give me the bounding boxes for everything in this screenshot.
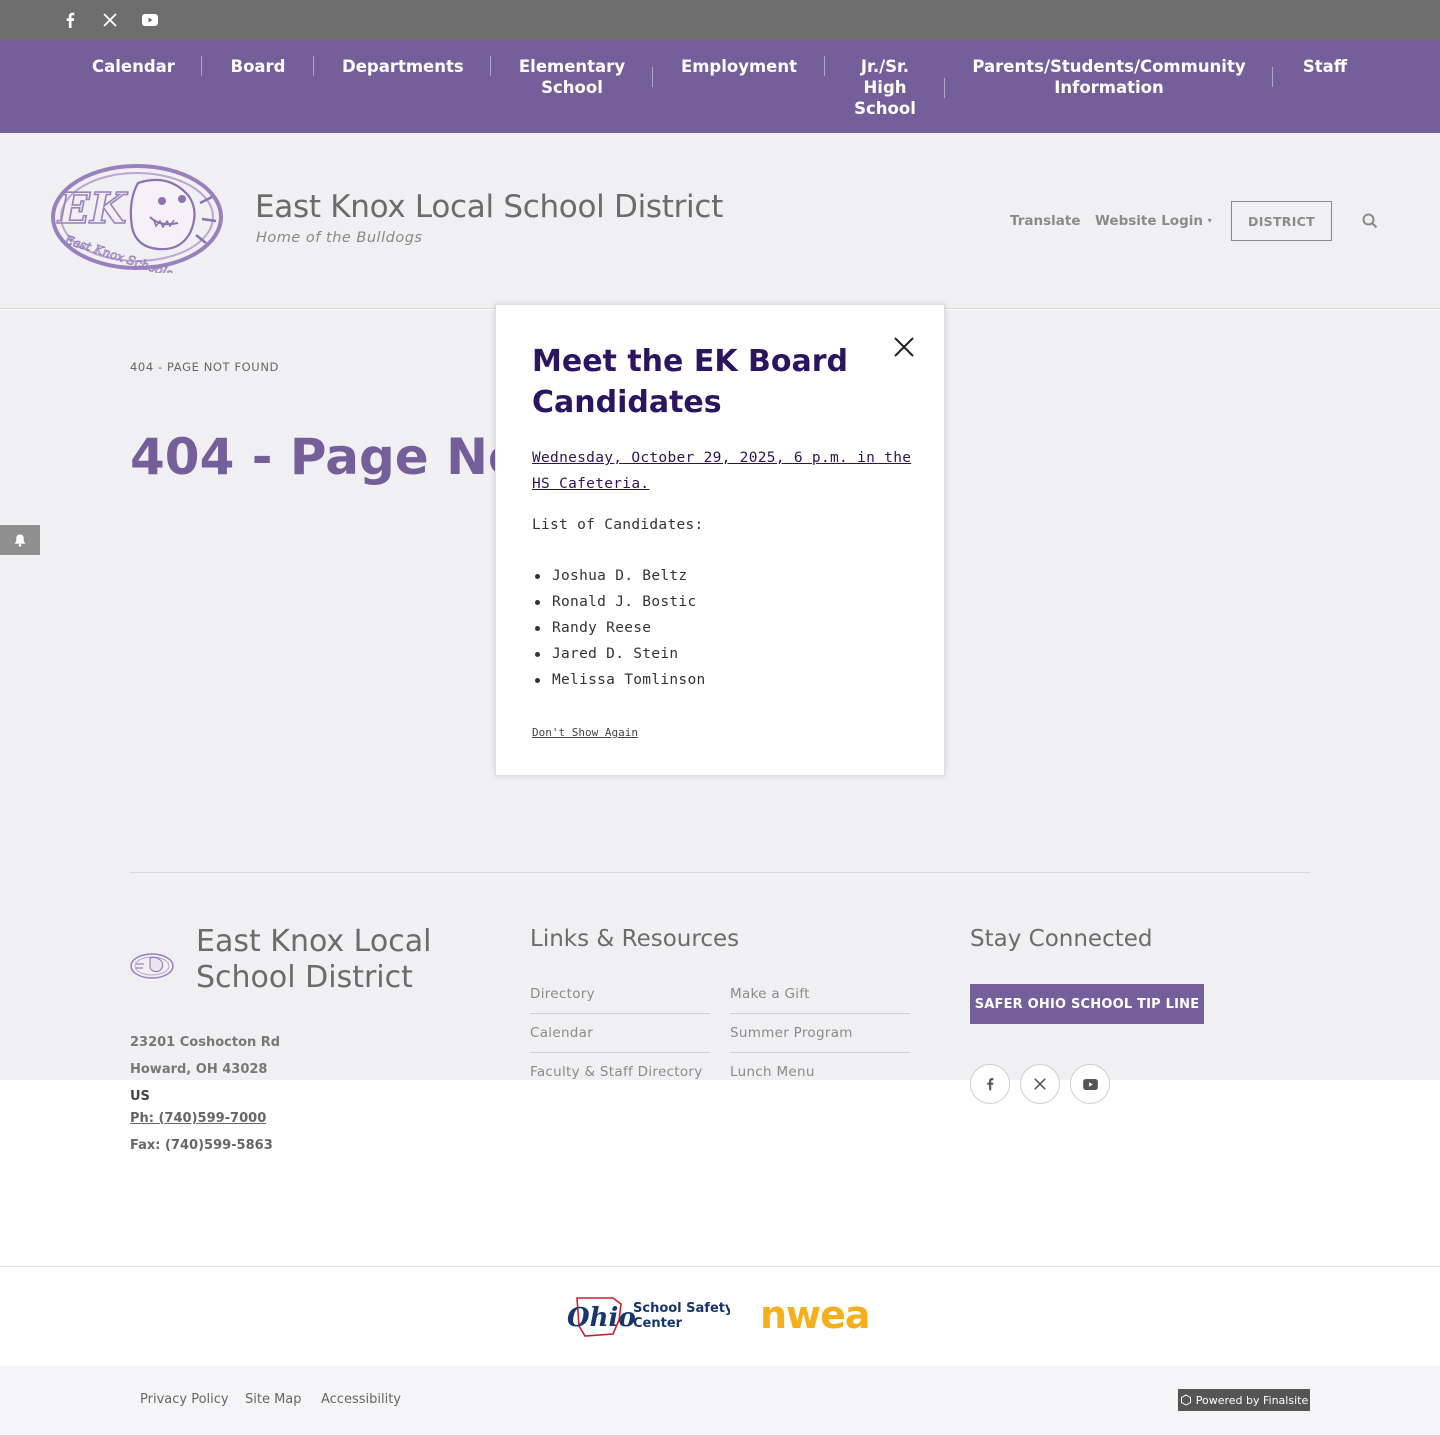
announcement-modal: Meet the EK Board Candidates Wednesday, … (495, 304, 945, 776)
candidate-list: Joshua D. Beltz Ronald J. Bostic Randy R… (532, 563, 706, 693)
list-item: Ronald J. Bostic (532, 589, 706, 615)
dont-show-again-link[interactable]: Don't Show Again (532, 726, 638, 739)
nav-separator (652, 67, 653, 87)
facebook-icon[interactable] (60, 10, 80, 30)
link-calendar[interactable]: Calendar (530, 1025, 710, 1053)
page-title: 404 - Page Not Found (130, 428, 500, 486)
tip-line-button[interactable]: SAFER OHIO SCHOOL TIP LINE (970, 984, 1204, 1024)
footer-title: East Knox Local School District (196, 924, 432, 995)
site-title: East Knox Local School District (255, 189, 723, 225)
finalsite-icon (1180, 1394, 1191, 1406)
footer-facebook-icon[interactable] (970, 1064, 1010, 1104)
list-item: Joshua D. Beltz (532, 563, 706, 589)
link-lunch-menu[interactable]: Lunch Menu (730, 1064, 910, 1091)
nav-item-board[interactable]: Board (230, 56, 286, 77)
link-make-a-gift[interactable]: Make a Gift (730, 986, 910, 1014)
nav-item-calendar[interactable]: Calendar (92, 56, 175, 77)
address-city: Howard, OH 43028 (130, 1062, 268, 1077)
notification-bell-icon[interactable] (0, 525, 40, 555)
site-tagline: Home of the Bulldogs (256, 230, 423, 246)
x-twitter-icon[interactable] (100, 10, 120, 30)
close-icon[interactable] (892, 335, 916, 359)
nwea-logo[interactable]: nwea (760, 1293, 871, 1337)
stay-connected-heading: Stay Connected (970, 926, 1153, 952)
fax-number: Fax: (740)599-5863 (130, 1138, 273, 1153)
district-logo[interactable]: EK East Knox Schools (50, 163, 225, 281)
translate-link[interactable]: Translate (1010, 213, 1081, 229)
district-button[interactable]: DISTRICT (1231, 201, 1332, 241)
powered-by-text: Powered by Finalsite (1195, 1393, 1309, 1407)
nav-item-staff[interactable]: Staff (1300, 56, 1350, 77)
link-directory[interactable]: Directory (530, 986, 710, 1014)
privacy-policy-link[interactable]: Privacy Policy (140, 1392, 229, 1407)
nav-item-employment[interactable]: Employment (680, 56, 798, 77)
nav-item-departments[interactable]: Departments (342, 56, 464, 77)
nav-separator (490, 56, 491, 76)
phone-link[interactable]: Ph: (740)599-7000 (130, 1111, 266, 1126)
youtube-icon[interactable] (140, 10, 160, 30)
breadcrumb: 404 - PAGE NOT FOUND (130, 360, 279, 374)
list-item: Jared D. Stein (532, 641, 706, 667)
nav-separator (313, 56, 314, 76)
modal-title: Meet the EK Board Candidates (532, 344, 848, 420)
nav-item-jr-sr-high-school[interactable]: Jr./Sr. High School (850, 56, 920, 119)
link-summer-program[interactable]: Summer Program (730, 1025, 910, 1053)
svg-text:EK: EK (57, 184, 128, 233)
main-nav: Calendar Board Departments Elementary Sc… (0, 40, 1440, 133)
website-login-label: Website Login (1095, 213, 1203, 229)
social-bar (0, 0, 1440, 40)
search-icon[interactable] (1361, 212, 1379, 230)
list-item: Randy Reese (532, 615, 706, 641)
candidates-label: List of Candidates: (532, 517, 704, 533)
site-header: EK East Knox Schools East Knox Local Sch… (0, 133, 1440, 309)
powered-by-finalsite-badge[interactable]: Powered by Finalsite (1178, 1389, 1310, 1411)
nav-item-elementary-school[interactable]: Elementary School (516, 56, 628, 98)
nav-separator (1272, 67, 1273, 87)
links-heading: Links & Resources (530, 926, 740, 952)
ohio-line-2: Center (633, 1316, 683, 1331)
footer-x-twitter-icon[interactable] (1020, 1064, 1060, 1104)
footer-divider (130, 872, 1310, 873)
nav-separator (824, 56, 825, 76)
event-details-link[interactable]: Wednesday, October 29, 2025, 6 p.m. in t… (532, 445, 912, 497)
site-map-link[interactable]: Site Map (245, 1392, 302, 1407)
accessibility-link[interactable]: Accessibility (321, 1392, 401, 1407)
nav-item-parents-students-community[interactable]: Parents/Students/Community Information (972, 56, 1246, 98)
ohio-line-1: School Safety (633, 1301, 730, 1316)
ohio-script-text: Ohio (567, 1303, 636, 1333)
list-item: Melissa Tomlinson (532, 667, 706, 693)
ohio-school-safety-center-logo[interactable]: Ohio School Safety Center (565, 1290, 734, 1342)
address-country: US (130, 1089, 150, 1104)
footer-youtube-icon[interactable] (1070, 1064, 1110, 1104)
caret-down-icon: ▾ (1207, 216, 1212, 225)
nav-separator (201, 56, 202, 76)
nav-separator (944, 78, 945, 98)
footer-background (0, 1080, 1440, 1266)
link-faculty-staff-directory[interactable]: Faculty & Staff Directory (530, 1064, 710, 1091)
footer-logo (130, 950, 174, 982)
address-street: 23201 Coshocton Rd (130, 1035, 281, 1050)
website-login-dropdown[interactable]: Website Login ▾ (1095, 213, 1212, 229)
